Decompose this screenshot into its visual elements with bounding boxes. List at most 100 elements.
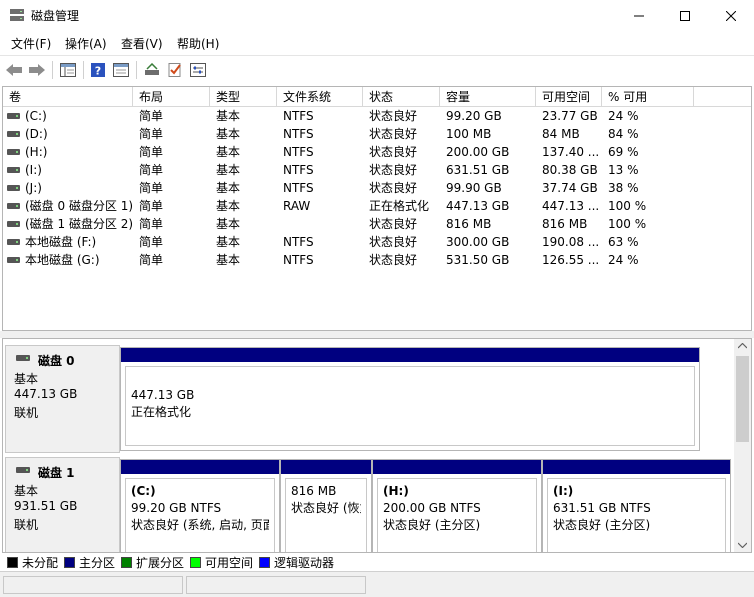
volume-row[interactable]: (I:) 简单 基本 NTFS 状态良好 631.51 GB 80.38 GB 13 % <box>3 161 751 179</box>
percent-free-cell: 24 % <box>608 109 639 123</box>
menu-view[interactable]: 查看(V) <box>121 35 163 52</box>
disk-icon <box>16 355 30 361</box>
volume-row[interactable]: (H:) 简单 基本 NTFS 状态良好 200.00 GB 137.40 ... 69 % <box>3 143 751 161</box>
connect-drive-button[interactable] <box>142 60 162 80</box>
menu-action[interactable]: 操作(A) <box>65 35 107 52</box>
scroll-down-icon[interactable] <box>738 542 747 548</box>
volume-row[interactable]: 本地磁盘 (G:) 简单 基本 NTFS 状态良好 531.50 GB 126.55 ...… <box>3 251 751 269</box>
volume-list-header: 卷 布局 类型 文件系统 状态 容量 可用空间 % 可用 <box>3 87 751 107</box>
pane-splitter[interactable] <box>0 331 754 338</box>
scroll-up-icon[interactable] <box>738 343 747 349</box>
column-header-type[interactable]: 类型 <box>210 87 277 107</box>
column-header-status[interactable]: 状态 <box>363 87 440 107</box>
partition-size: 99.20 GB NTFS <box>131 501 222 515</box>
volume-name-cell: (C:) <box>25 109 47 123</box>
legend: 未分配 主分区 扩展分区 可用空间 逻辑驱动器 <box>0 553 754 571</box>
check-button[interactable] <box>165 60 185 80</box>
forward-arrow-icon <box>29 64 45 76</box>
percent-free-cell: 38 % <box>608 181 639 195</box>
partition-body: (H:) 200.00 GB NTFS 状态良好 (主分区) <box>377 478 537 552</box>
toolbar-separator <box>83 61 84 79</box>
volume-name-cell: (I:) <box>25 163 42 177</box>
legend-swatch <box>259 556 270 568</box>
menu-help[interactable]: 帮助(H) <box>177 35 219 52</box>
layout-cell: 简单 <box>139 199 164 213</box>
column-header-percent-free[interactable]: % 可用 <box>602 87 694 107</box>
volume-row[interactable]: (J:) 简单 基本 NTFS 状态良好 99.90 GB 37.74 GB 38 % <box>3 179 751 197</box>
window-title: 磁盘管理 <box>31 9 80 23</box>
vertical-scrollbar[interactable] <box>734 339 751 552</box>
minimize-icon <box>634 15 644 16</box>
disk-0-label[interactable]: 磁盘 0 基本 447.13 GB 联机 <box>5 345 120 453</box>
capacity-cell: 99.90 GB <box>446 181 502 195</box>
capacity-cell: 100 MB <box>446 127 492 141</box>
partition-block[interactable]: 816 MB 状态良好 (恢复 <box>280 459 372 552</box>
disk-size: 931.51 GB <box>14 499 78 513</box>
partition-status: 状态良好 (主分区) <box>553 518 651 532</box>
percent-free-cell: 24 % <box>608 253 639 267</box>
volume-name-cell: 本地磁盘 (G:) <box>25 253 100 267</box>
svg-text:?: ? <box>95 65 101 78</box>
filesystem-cell: NTFS <box>283 145 314 159</box>
partition-block[interactable]: 447.13 GB 正在格式化 <box>120 347 700 451</box>
column-header-capacity[interactable]: 容量 <box>440 87 536 107</box>
maximize-button[interactable] <box>662 0 708 31</box>
type-cell: 基本 <box>216 217 241 231</box>
volume-name-cell: (D:) <box>25 127 48 141</box>
capacity-cell: 631.51 GB <box>446 163 510 177</box>
layout-cell: 简单 <box>139 109 164 123</box>
partition-block[interactable]: (H:) 200.00 GB NTFS 状态良好 (主分区) <box>372 459 542 552</box>
settings-button[interactable] <box>188 60 208 80</box>
volume-row[interactable]: (C:) 简单 基本 NTFS 状态良好 99.20 GB 23.77 GB 24 % <box>3 107 751 125</box>
percent-free-cell: 13 % <box>608 163 639 177</box>
layout-cell: 简单 <box>139 163 164 177</box>
close-icon <box>726 10 736 21</box>
settings-icon <box>190 63 206 77</box>
minimize-button[interactable] <box>616 0 662 31</box>
close-button[interactable] <box>708 0 754 31</box>
status-cell <box>3 576 183 594</box>
properties-button[interactable] <box>111 60 131 80</box>
status-cell: 状态良好 <box>369 217 418 231</box>
volume-row[interactable]: 本地磁盘 (F:) 简单 基本 NTFS 状态良好 300.00 GB 190.08 ...… <box>3 233 751 251</box>
percent-free-cell: 63 % <box>608 235 639 249</box>
scrollbar-thumb[interactable] <box>736 356 749 442</box>
volume-icon <box>7 149 20 155</box>
volume-name-cell: (J:) <box>25 181 42 195</box>
filesystem-cell: NTFS <box>283 127 314 141</box>
menu-file[interactable]: 文件(F) <box>11 35 51 52</box>
percent-free-cell: 84 % <box>608 127 639 141</box>
capacity-cell: 300.00 GB <box>446 235 510 249</box>
partition-status: 正在格式化 <box>131 405 192 419</box>
type-cell: 基本 <box>216 145 241 159</box>
volume-name-cell: 本地磁盘 (F:) <box>25 235 97 249</box>
free-space-cell: 23.77 GB <box>542 109 598 123</box>
back-arrow-icon <box>6 64 22 76</box>
partition-block[interactable]: (I:) 631.51 GB NTFS 状态良好 (主分区) <box>542 459 731 552</box>
help-button[interactable]: ? <box>88 60 108 80</box>
volume-icon <box>7 203 20 209</box>
menu-bar: 文件(F) 操作(A) 查看(V) 帮助(H) <box>0 31 754 55</box>
status-bar <box>0 571 754 597</box>
free-space-cell: 137.40 ... <box>542 145 600 159</box>
show-hide-console-tree-button[interactable] <box>58 60 78 80</box>
column-header-filesystem[interactable]: 文件系统 <box>277 87 363 107</box>
free-space-cell: 80.38 GB <box>542 163 598 177</box>
back-button[interactable] <box>4 60 24 80</box>
disk-1-label[interactable]: 磁盘 1 基本 931.51 GB 联机 <box>5 457 120 552</box>
column-header-layout[interactable]: 布局 <box>133 87 210 107</box>
legend-item: 未分配 <box>7 555 58 570</box>
disk-name: 磁盘 1 <box>38 466 75 480</box>
column-header-free-space[interactable]: 可用空间 <box>536 87 602 107</box>
volume-row[interactable]: (磁盘 1 磁盘分区 2) 简单 基本 状态良好 816 MB 816 MB 100 % <box>3 215 751 233</box>
status-cell: 状态良好 <box>369 127 418 141</box>
volume-row[interactable]: (D:) 简单 基本 NTFS 状态良好 100 MB 84 MB 84 % <box>3 125 751 143</box>
partition-block[interactable]: (C:) 99.20 GB NTFS 状态良好 (系统, 启动, 页面 <box>120 459 280 552</box>
filesystem-cell <box>283 215 361 233</box>
column-header-volume[interactable]: 卷 <box>3 87 133 107</box>
volume-row[interactable]: (磁盘 0 磁盘分区 1) 简单 基本 RAW 正在格式化 447.13 GB 447.13… <box>3 197 751 215</box>
forward-button[interactable] <box>27 60 47 80</box>
layout-cell: 简单 <box>139 181 164 195</box>
layout-cell: 简单 <box>139 253 164 267</box>
volume-name-cell: (磁盘 0 磁盘分区 1) <box>25 199 133 213</box>
